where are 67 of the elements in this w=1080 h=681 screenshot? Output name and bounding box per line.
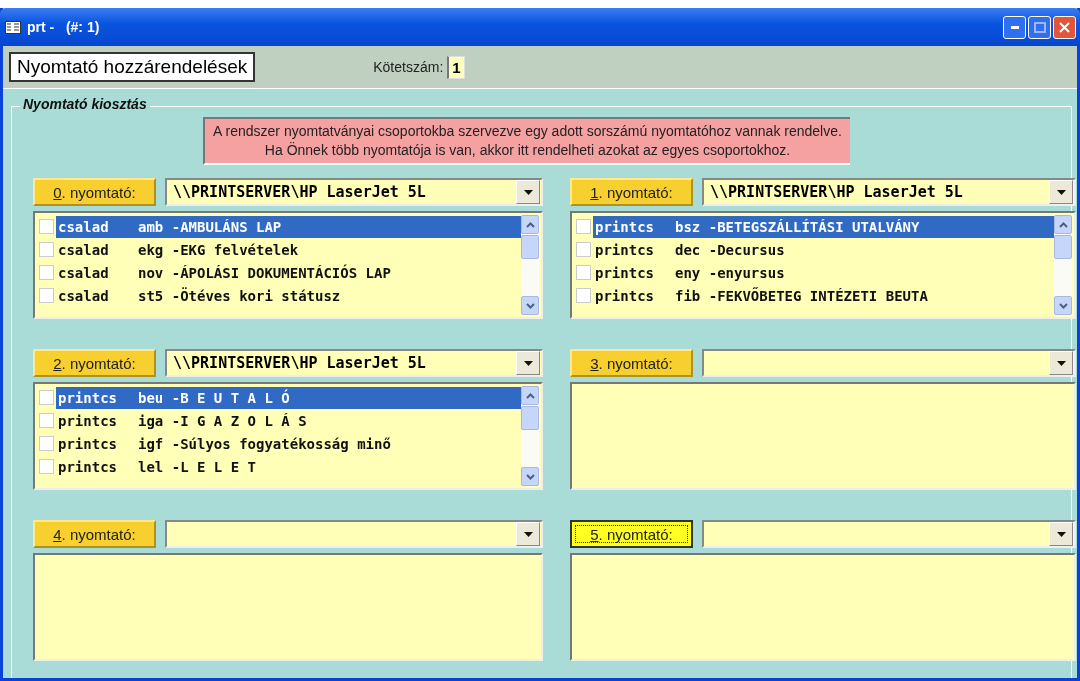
scrollbar[interactable] [521,215,539,315]
checkbox[interactable] [39,219,54,234]
list-item[interactable]: printcs igf -Súlyos fogyatékosság minő [56,432,521,455]
list-item[interactable]: printcs lel -L E L E T [56,455,521,478]
checkbox[interactable] [39,265,54,280]
dropdown-arrow-icon [1056,360,1066,366]
form-icon [5,20,21,34]
scroll-thumb[interactable] [1054,235,1072,259]
dropdown-arrow-icon [523,531,533,537]
list-item[interactable]: printcs dec -Decursus [593,238,1054,261]
printer-dropdown[interactable]: \\PRINTSERVER\HP LaserJet 5L [165,178,543,206]
printer-button[interactable]: 2. nyomtató: [33,349,156,377]
list-item[interactable]: csalad amb -AMBULÁNS LAP [56,215,521,238]
scroll-up-icon [525,392,535,399]
info-notice: A rendszer nyomtatványai csoportokba szervezve egy adott sorszámú nyomtatóhoz vannak rendelve. Ha Önnek több nyomtatója is van, akkor itt rendelheti azokat az egyes csoportokhoz. [203,117,850,165]
scroll-up-icon [525,221,535,228]
list-item[interactable]: csalad ekg -EKG felvételek [56,238,521,261]
checkbox[interactable] [39,242,54,257]
checkbox[interactable] [576,242,591,257]
printer-button[interactable]: 1. nyomtató: [570,178,693,206]
dropdown-arrow-icon [523,189,533,195]
scroll-thumb[interactable] [521,235,539,259]
list-item[interactable]: csalad nov -ÁPOLÁSI DOKUMENTÁCIÓS LAP [56,261,521,284]
dropdown-arrow-icon [523,360,533,366]
scrollbar[interactable] [521,386,539,486]
printer-dropdown[interactable] [165,520,543,548]
scrollbar[interactable] [1054,215,1072,315]
scroll-thumb[interactable] [521,406,539,430]
checkbox[interactable] [576,265,591,280]
volume-label: Kötetszám: [373,59,444,75]
scroll-down-icon [525,473,535,480]
checkbox[interactable] [39,413,54,428]
volume-field[interactable]: 1 [447,55,465,79]
minimize-button[interactable] [1003,15,1026,39]
checkbox[interactable] [39,459,54,474]
list-item[interactable]: printcs beu -B E U T A L Ó [56,386,521,409]
maximize-button[interactable] [1028,15,1051,39]
group-legend: Nyomtató kiosztás [20,96,150,112]
dropdown-arrow-icon [1056,531,1066,537]
printer-button[interactable]: 3. nyomtató: [570,349,693,377]
close-button[interactable] [1053,15,1076,39]
checkbox[interactable] [39,288,54,303]
list-item[interactable]: printcs eny -enyursus [593,261,1054,284]
minimize-icon [1010,25,1019,29]
printer-dropdown[interactable]: \\PRINTSERVER\HP LaserJet 5L [702,178,1076,206]
scroll-down-icon [1058,302,1068,309]
dropdown-arrow-icon [1056,189,1066,195]
list-item[interactable]: printcs iga -I G A Z O L Á S [56,409,521,432]
maximize-icon [1033,21,1046,33]
printer-button[interactable]: 4. nyomtató: [33,520,156,548]
scroll-up-icon [1058,221,1068,228]
form-title: Nyomtató hozzárendelések [9,52,256,82]
checkbox[interactable] [39,436,54,451]
scroll-down-icon [525,302,535,309]
printer-button[interactable]: 0. nyomtató: [33,178,156,206]
printer-dropdown[interactable] [702,349,1076,377]
checkbox[interactable] [576,288,591,303]
window-title: prt - (#: 1) [27,19,101,35]
list-item[interactable]: printcs bsz -BETEGSZÁLLÍTÁSI UTALVÁNY [593,215,1054,238]
printer-dropdown[interactable] [702,520,1076,548]
list-item[interactable]: printcs fib -FEKVŐBETEG INTÉZETI BEUTA [593,284,1054,307]
printer-dropdown[interactable]: \\PRINTSERVER\HP LaserJet 5L [165,349,543,377]
checkbox[interactable] [39,390,54,405]
list-item[interactable]: csalad st5 -Ötéves kori státusz [56,284,521,307]
close-icon [1059,21,1070,33]
checkbox[interactable] [576,219,591,234]
printer-button[interactable]: 5. nyomtató: [570,520,693,548]
